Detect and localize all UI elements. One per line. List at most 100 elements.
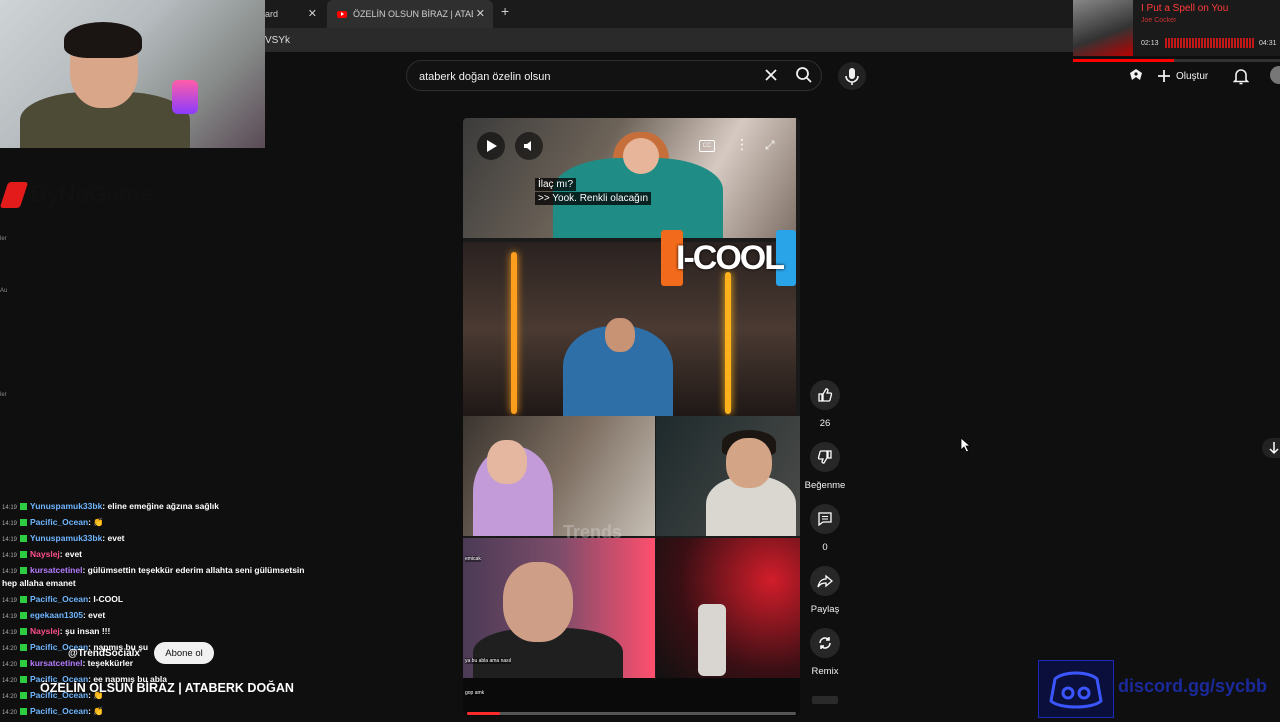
arrow-down-icon xyxy=(1269,442,1279,455)
avatar[interactable] xyxy=(1270,66,1280,84)
dislike-label: Beğenme xyxy=(804,480,846,491)
chat-message: 14:19 Yunuspamuk33bk: evet xyxy=(2,533,125,543)
video-progress-fill xyxy=(467,712,500,715)
close-icon xyxy=(765,69,777,81)
share-button[interactable]: Paylaş xyxy=(808,566,842,615)
chat-message: 14:20 kursatcetinel: teşekkürler xyxy=(2,658,133,668)
chat-text: : gülümsettin teşekkür ederim allahta se… xyxy=(82,565,305,575)
chat-timestamp: 14:20 xyxy=(2,662,18,668)
chat-message: 14:19 Nayslej: evet xyxy=(2,549,82,559)
fullscreen-icon[interactable]: ⤢ xyxy=(765,138,775,153)
chat-text: : evet xyxy=(59,549,83,559)
video-panel-footer: gop amk xyxy=(463,678,800,716)
subscribe-button[interactable]: Abone ol xyxy=(154,642,214,664)
chat-timestamp: 14:19 xyxy=(2,630,18,636)
volume-icon xyxy=(524,141,531,151)
close-icon[interactable]: ✕ xyxy=(308,7,317,20)
search-input[interactable] xyxy=(417,67,751,87)
chat-timestamp: 14:19 xyxy=(2,553,18,559)
mini-caption: ya bu abla ama nasıl xyxy=(465,658,512,664)
chat-badge-icon xyxy=(20,628,28,635)
create-button[interactable]: Oluştur xyxy=(1150,64,1222,88)
mini-caption: emicak xyxy=(465,556,481,562)
mouse-cursor-icon xyxy=(960,437,972,458)
chat-badge-icon xyxy=(20,692,28,699)
chat-username[interactable]: Yunuspamuk33bk xyxy=(30,533,102,543)
chat-username[interactable]: Nayslej xyxy=(30,549,60,559)
browser-tab[interactable]: ard ✕ xyxy=(265,0,325,28)
volume-button[interactable] xyxy=(515,132,543,160)
chat-badge-icon xyxy=(20,551,28,558)
address-text: VSYk xyxy=(265,34,291,46)
chat-username[interactable]: Yunuspamuk33bk xyxy=(30,501,102,511)
create-label: Oluştur xyxy=(1176,70,1209,82)
search-button[interactable] xyxy=(794,65,814,85)
channel-thumbnail[interactable] xyxy=(812,696,838,704)
comment-icon xyxy=(818,512,832,527)
dislike-button[interactable]: Beğenme xyxy=(805,442,845,491)
chat-username[interactable]: Pacific_Ocean xyxy=(30,594,88,604)
chat-timestamp: 14:20 xyxy=(2,710,18,716)
channel-handle[interactable]: @TrendSocialx xyxy=(68,648,140,659)
captions-button[interactable]: CC xyxy=(699,140,715,152)
chat-message: 14:19 Nayslej: şu insan !!! xyxy=(2,626,110,636)
game-button[interactable] xyxy=(1127,66,1145,89)
next-video-button[interactable] xyxy=(1262,438,1280,458)
chat-message: hep allaha emanet xyxy=(2,578,76,588)
music-progress-fill xyxy=(1073,59,1175,62)
chat-username[interactable]: egekaan1305 xyxy=(30,610,83,620)
chat-text: : evet xyxy=(82,610,106,620)
video-panel-bottom-left xyxy=(463,416,655,536)
comments-button[interactable]: 0 xyxy=(808,504,842,553)
music-progress-track xyxy=(1073,59,1280,62)
chat-username[interactable]: Pacific_Ocean xyxy=(30,706,88,716)
video-progress-track[interactable] xyxy=(467,712,796,715)
address-bar[interactable]: VSYk xyxy=(265,28,1073,52)
side-label: ler xyxy=(0,392,7,398)
watermark: Trends xyxy=(563,522,623,542)
chat-username[interactable]: kursatcetinel xyxy=(30,565,82,575)
chat-timestamp: 14:20 xyxy=(2,694,18,700)
shorts-video-player[interactable]: I-COOL emicak ya bu abla ama nasıl gop a… xyxy=(463,118,800,716)
brand-banner: I-COOL xyxy=(676,238,785,277)
play-icon xyxy=(487,140,497,152)
chat-text: hep allaha emanet xyxy=(2,578,76,588)
notifications-button[interactable] xyxy=(1232,67,1250,90)
chat-message: 14:20 Pacific_Ocean: 👏 xyxy=(2,706,104,717)
voice-search-button[interactable] xyxy=(838,62,866,90)
chat-timestamp: 14:20 xyxy=(2,678,18,684)
chat-username[interactable]: kursatcetinel xyxy=(30,658,82,668)
share-label: Paylaş xyxy=(810,604,840,615)
remix-button[interactable]: Remix xyxy=(808,628,842,677)
more-options-icon[interactable]: ⋮ xyxy=(735,136,749,153)
chat-badge-icon xyxy=(20,612,28,619)
chat-username[interactable]: Pacific_Ocean xyxy=(30,517,88,527)
clear-search-button[interactable] xyxy=(762,66,780,84)
chat-badge-icon xyxy=(20,660,28,667)
chat-timestamp: 14:19 xyxy=(2,537,18,543)
tab-title: ÖZELİN OLSUN BİRAZ | ATABERK xyxy=(353,9,473,19)
chat-timestamp: 14:19 xyxy=(2,569,18,575)
chat-text: : 👏 xyxy=(88,517,104,527)
discord-logo-icon xyxy=(1038,660,1114,718)
browser-tab-active[interactable]: ÖZELİN OLSUN BİRAZ | ATABERK ✕ xyxy=(327,0,493,28)
chat-message: 14:19 kursatcetinel: gülümsettin teşekkür… xyxy=(2,565,304,575)
remix-icon xyxy=(819,637,831,649)
chat-message: 14:19 egekaan1305: evet xyxy=(2,610,105,620)
close-icon[interactable]: ✕ xyxy=(476,7,485,20)
gamepad-icon xyxy=(1130,69,1142,80)
new-tab-button[interactable]: + xyxy=(501,3,509,19)
play-button[interactable] xyxy=(477,132,505,160)
chat-text: : teşekkürler xyxy=(82,658,134,668)
chat-message: 14:19 Pacific_Ocean: 👏 xyxy=(2,517,104,528)
chat-username[interactable]: Nayslej xyxy=(30,626,60,636)
mini-caption: gop amk xyxy=(465,690,485,696)
comment-count: 0 xyxy=(822,542,828,553)
like-button[interactable]: 26 xyxy=(808,380,842,429)
chat-timestamp: 14:20 xyxy=(2,646,18,652)
video-panel-bottom-right xyxy=(656,416,800,536)
thumbs-up-icon xyxy=(818,388,833,402)
sponsor-logo-text: ByNoGame xyxy=(30,181,152,208)
caption-line: >> Yook. Renkli olacağın xyxy=(535,192,652,205)
song-elapsed: 02:13 xyxy=(1141,40,1159,47)
